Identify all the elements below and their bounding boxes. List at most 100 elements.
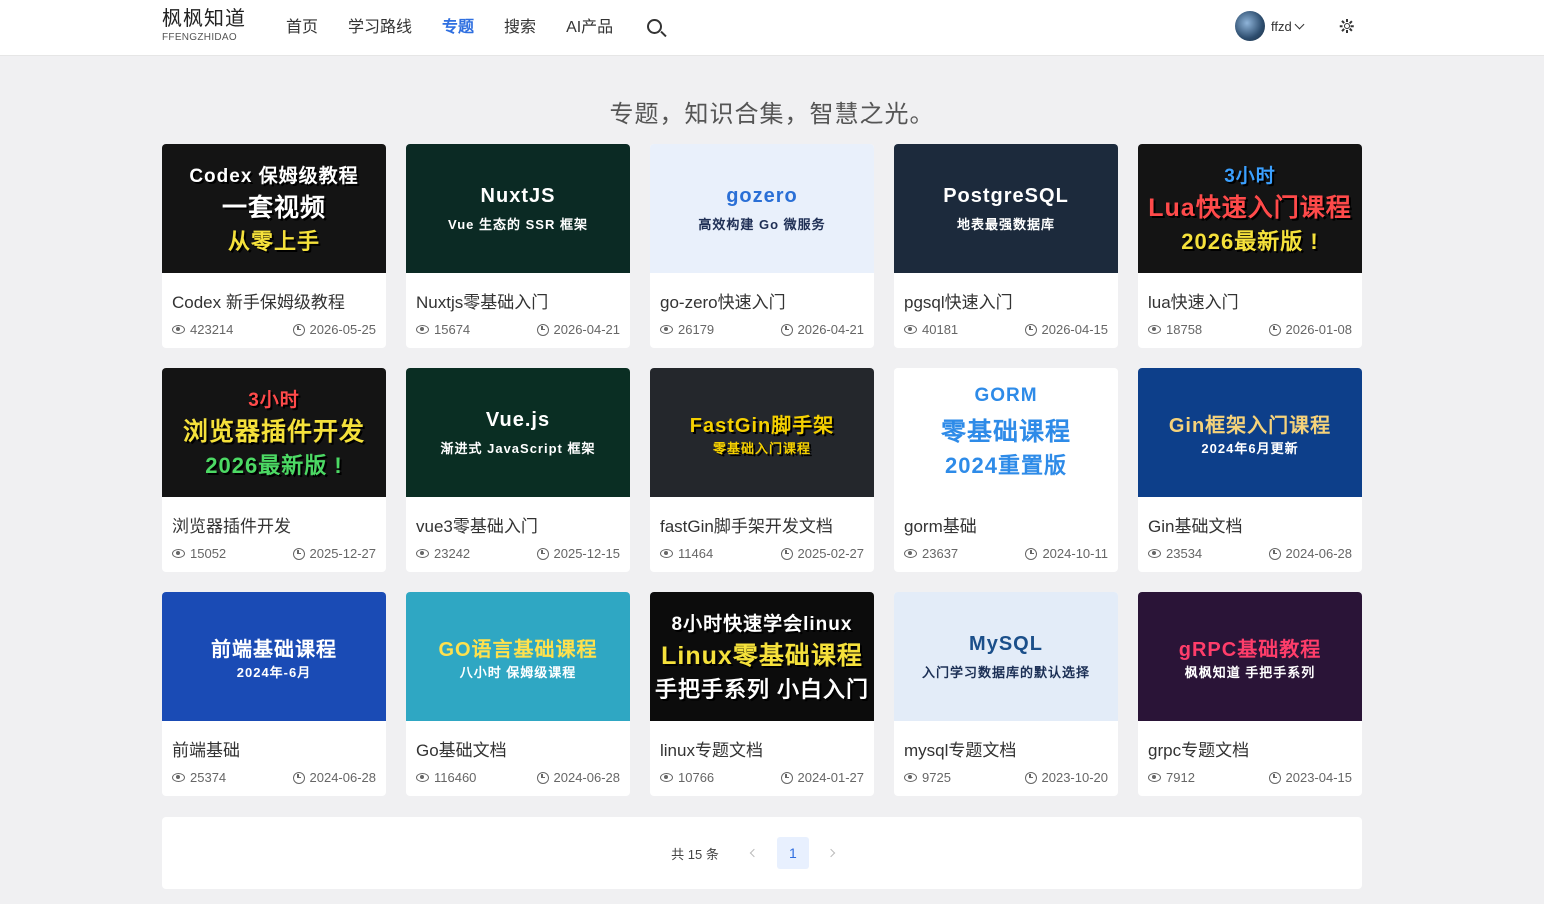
topic-card[interactable]: 前端基础课程 2024年-6月前端基础 25374 2024-06-28 [162,592,386,796]
topic-meta: 25374 2024-06-28 [172,770,376,785]
eye-icon [172,325,185,334]
page-number-current[interactable]: 1 [776,837,809,869]
topic-card[interactable]: GO语言基础课程 八小时 保姆级课程 Go基础文档 116460 2024-06-28 [406,592,630,796]
topic-card[interactable]: gRPC基础教程 枫枫知道 手把手系列 grpc专题文档 7912 2023-04-15 [1138,592,1362,796]
topic-card[interactable]: PostgreSQL 地表最强数据库 pgsql快速入门 40181 2026-04-1… [894,144,1118,348]
topic-title[interactable]: 前端基础 [172,736,240,761]
chevron-left-icon [750,848,759,858]
user-menu[interactable]: ffzd [1235,11,1305,41]
view-count: 25374 [190,770,227,785]
topic-card[interactable]: Codex 保姆级教程 一套视频 从零上手 Codex 新手保姆级教程 423214 20… [162,144,386,348]
cover-text: 浏览器插件开发 [182,418,365,447]
topic-cover-image[interactable]: GORM 零基础课程 2024重置版 [894,368,1118,497]
topic-title[interactable]: Nuxtjs零基础入门 [416,288,548,313]
topic-title[interactable]: grpc专题文档 [1148,736,1249,761]
publish-date: 2026-05-25 [309,322,377,337]
topic-meta: 10766 2024-01-27 [660,770,864,785]
topic-cover-image[interactable]: 8小时快速学会linux Linux零基础课程 手把手系列 小白入门 [650,592,874,721]
clock-icon [536,771,549,784]
topic-title[interactable]: gorm基础 [904,512,977,537]
cover-text: 2026最新版 ! [1181,229,1319,255]
view-count: 18758 [1166,322,1203,337]
eye-icon [904,773,917,782]
page-slogan: 专题，知识合集，智慧之光。 [609,101,935,128]
topic-cover-image[interactable]: NuxtJS Vue 生态的 SSR 框架 [406,144,630,273]
cover-text: 地表最强数据库 [956,216,1055,232]
cover-text: 2024重置版 [945,453,1067,479]
topic-card[interactable]: MySQL 入门学习数据库的默认选择 mysql专题文档 9725 2023-10-20 [894,592,1118,796]
cover-text: 高效构建 Go 微服务 [698,216,826,232]
clock-icon [780,323,793,336]
topic-meta: 423214 2026-05-25 [172,322,376,337]
cover-text: 入门学习数据库的默认选择 [921,664,1090,680]
nav-home[interactable]: 首页 [286,0,318,56]
topic-title[interactable]: fastGin脚手架开发文档 [660,512,833,537]
topic-cover-image[interactable]: 前端基础课程 2024年-6月 [162,592,386,721]
cover-text: GORM [974,384,1038,406]
topic-meta: 9725 2023-10-20 [904,770,1108,785]
topic-card[interactable]: 8小时快速学会linux Linux零基础课程 手把手系列 小白入门 linux专题文… [650,592,874,796]
topic-cover-image[interactable]: GO语言基础课程 八小时 保姆级课程 [406,592,630,721]
topic-title[interactable]: Codex 新手保姆级教程 [172,288,345,313]
topic-card[interactable]: 3小时 浏览器插件开发 2026最新版 ! 浏览器插件开发 15052 2025-12-2… [162,368,386,572]
topic-card[interactable]: gozero 高效构建 Go 微服务 go-zero快速入门 26179 2026-04… [650,144,874,348]
cover-text: 手把手系列 小白入门 [654,677,870,703]
clock-icon [536,547,549,560]
nav-ai-products[interactable]: AI产品 [566,0,613,56]
eye-icon [416,325,429,334]
view-count: 15052 [190,546,227,561]
topic-cover-image[interactable]: Vue.js 渐进式 JavaScript 框架 [406,368,630,497]
topic-title[interactable]: Gin基础文档 [1148,512,1242,537]
clock-icon [292,323,305,336]
topic-title[interactable]: linux专题文档 [660,736,763,761]
topic-title[interactable]: 浏览器插件开发 [172,512,291,537]
cover-text: 3小时 [1224,165,1276,187]
topic-card[interactable]: NuxtJS Vue 生态的 SSR 框架 Nuxtjs零基础入门 15674 2026… [406,144,630,348]
view-count: 26179 [678,322,715,337]
cover-text: Vue.js [485,408,551,431]
topic-cover-image[interactable]: gozero 高效构建 Go 微服务 [650,144,874,273]
topic-title[interactable]: go-zero快速入门 [660,288,786,313]
topic-title[interactable]: lua快速入门 [1148,288,1239,313]
theme-toggle-sun-icon[interactable] [1339,19,1354,33]
topic-cover-image[interactable]: PostgreSQL 地表最强数据库 [894,144,1118,273]
topic-title[interactable]: Go基础文档 [416,736,507,761]
main-nav: 首页 学习路线 专题 搜索 AI产品 [286,0,667,56]
next-page-button[interactable] [817,837,849,869]
logo-title: 枫枫知道 [162,8,246,30]
eye-icon [1148,773,1161,782]
clock-icon [780,771,793,784]
topic-cover-image[interactable]: gRPC基础教程 枫枫知道 手把手系列 [1138,592,1362,721]
topic-card[interactable]: Vue.js 渐进式 JavaScript 框架 vue3零基础入门 23242 202… [406,368,630,572]
topic-cover-image[interactable]: 3小时 Lua快速入门课程 2026最新版 ! [1138,144,1362,273]
site-logo[interactable]: 枫枫知道 FFENGZHIDAO [162,8,246,44]
topic-meta: 23637 2024-10-11 [904,546,1108,561]
pagination-total: 共 15 条 [671,846,719,862]
topic-cover-image[interactable]: Gin框架入门课程 2024年6月更新 [1138,368,1362,497]
clock-icon [1268,323,1281,336]
cover-text: 零基础课程 [940,418,1071,447]
cover-text: Linux零基础课程 [661,642,863,671]
topic-cover-image[interactable]: MySQL 入门学习数据库的默认选择 [894,592,1118,721]
topic-card[interactable]: Gin框架入门课程 2024年6月更新 Gin基础文档 23534 2024-06-28 [1138,368,1362,572]
topic-cover-image[interactable]: 3小时 浏览器插件开发 2026最新版 ! [162,368,386,497]
topic-title[interactable]: pgsql快速入门 [904,288,1013,313]
topic-card[interactable]: FastGin脚手架 零基础入门课程 fastGin脚手架开发文档 11464 2025… [650,368,874,572]
topic-card[interactable]: 3小时 Lua快速入门课程 2026最新版 ! lua快速入门 18758 2026-01… [1138,144,1362,348]
topic-meta: 23534 2024-06-28 [1148,546,1352,561]
topic-title[interactable]: vue3零基础入门 [416,512,538,537]
cover-text: PostgreSQL [943,184,1069,207]
nav-search[interactable]: 搜索 [504,0,536,56]
topic-title[interactable]: mysql专题文档 [904,736,1016,761]
publish-date: 2023-10-20 [1041,770,1109,785]
topic-cover-image[interactable]: Codex 保姆级教程 一套视频 从零上手 [162,144,386,273]
prev-page-button[interactable] [737,837,769,869]
topic-cover-image[interactable]: FastGin脚手架 零基础入门课程 [650,368,874,497]
topic-card[interactable]: GORM 零基础课程 2024重置版 gorm基础 23637 2024-10-11 [894,368,1118,572]
nav-learning-path[interactable]: 学习路线 [348,0,412,56]
cover-text: 渐进式 JavaScript 框架 [440,440,596,456]
search-icon[interactable] [645,17,667,39]
clock-icon [292,771,305,784]
nav-topics[interactable]: 专题 [442,0,474,56]
view-count: 423214 [190,322,234,337]
